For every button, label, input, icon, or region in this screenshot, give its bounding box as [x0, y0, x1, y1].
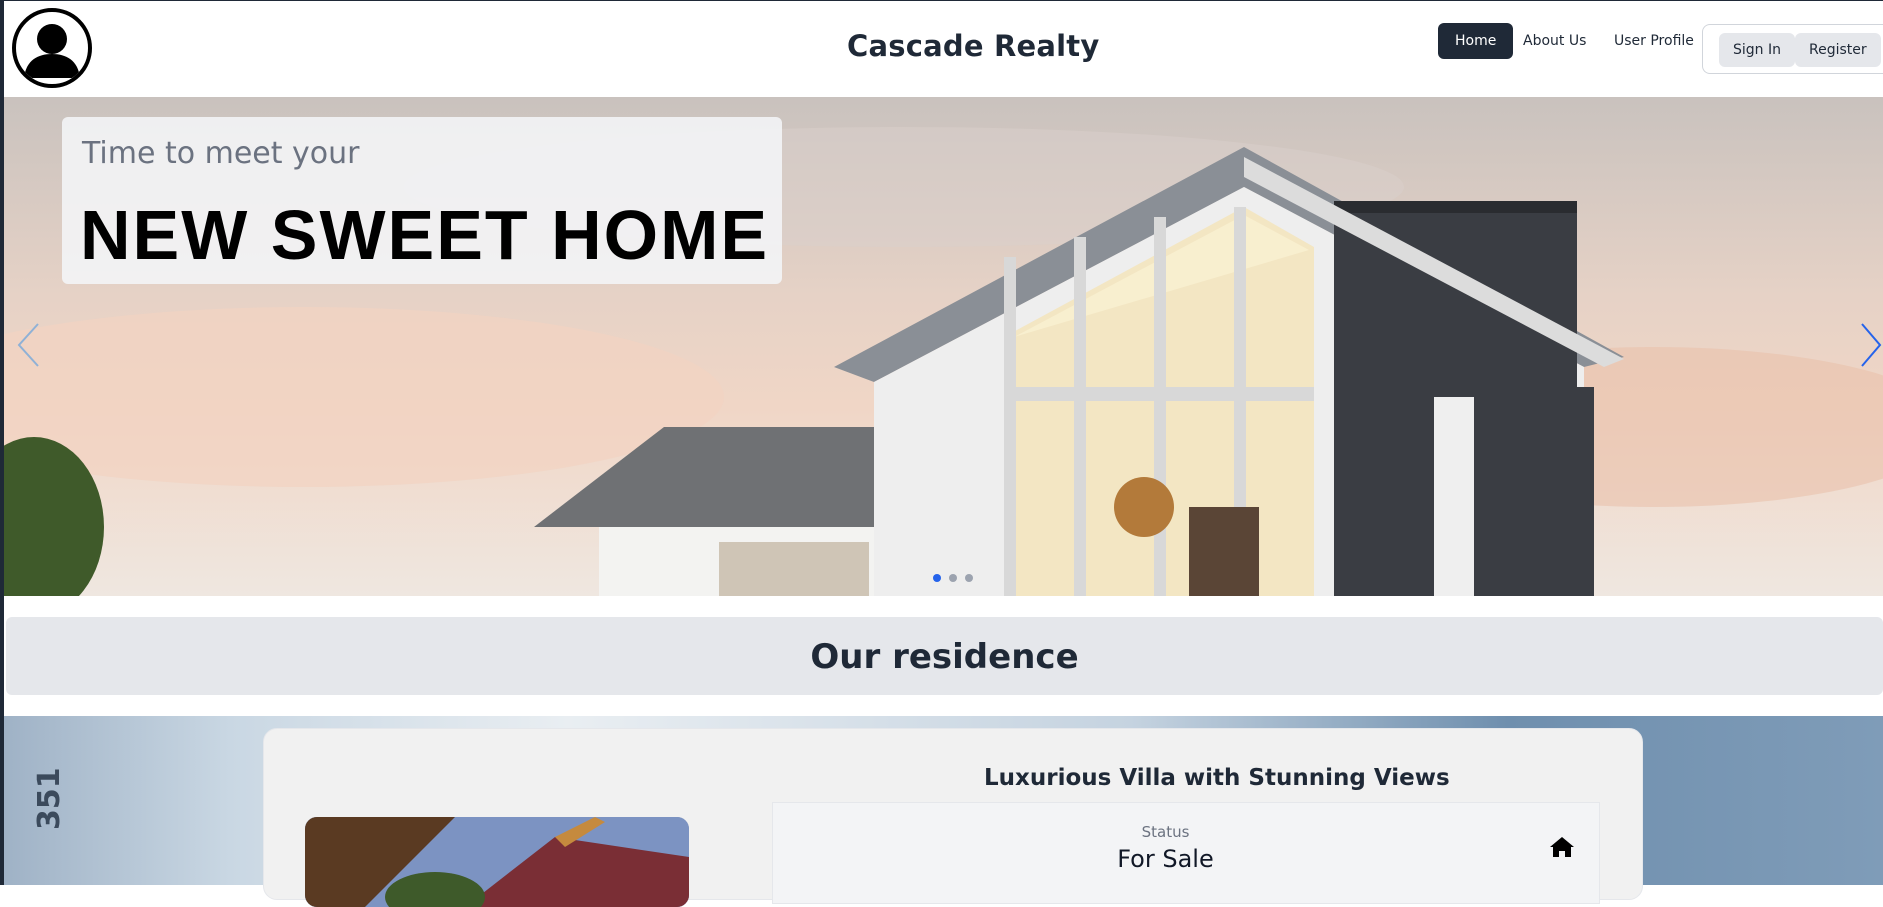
nav-about-us[interactable]: About Us [1506, 23, 1603, 59]
register-button[interactable]: Register [1795, 33, 1881, 67]
site-header: Cascade Realty Home About Us User Profil… [4, 1, 1883, 97]
property-image[interactable] [305, 817, 689, 907]
nav-home[interactable]: Home [1438, 23, 1514, 59]
status-panel: Status For Sale [772, 802, 1600, 904]
carousel-dot[interactable] [949, 574, 957, 582]
carousel-dot[interactable] [933, 574, 941, 582]
hero-carousel: Time to meet your NEW SWEET HOME [4, 97, 1883, 596]
section-header: Our residence [6, 617, 1883, 695]
carousel-dot[interactable] [965, 574, 973, 582]
home-icon [1549, 836, 1575, 862]
window-edge [0, 0, 2, 885]
side-watermark-text: 351 [32, 767, 67, 830]
hero-kicker: Time to meet your [82, 136, 360, 171]
hero-title: NEW SWEET HOME [80, 196, 770, 274]
status-label: Status [1141, 823, 1190, 841]
status-value: For Sale [1117, 845, 1214, 873]
sign-in-button[interactable]: Sign In [1719, 33, 1795, 67]
property-card[interactable]: Luxurious Villa with Stunning Views Stat… [263, 728, 1643, 907]
carousel-indicators [933, 574, 973, 582]
hero-headline-card: Time to meet your NEW SWEET HOME [62, 117, 782, 284]
user-avatar-icon[interactable] [12, 8, 92, 88]
section-title: Our residence [810, 637, 1079, 677]
property-title: Luxurious Villa with Stunning Views [984, 765, 1450, 791]
brand-title[interactable]: Cascade Realty [847, 29, 1099, 63]
nav-user-profile[interactable]: User Profile [1597, 23, 1711, 59]
